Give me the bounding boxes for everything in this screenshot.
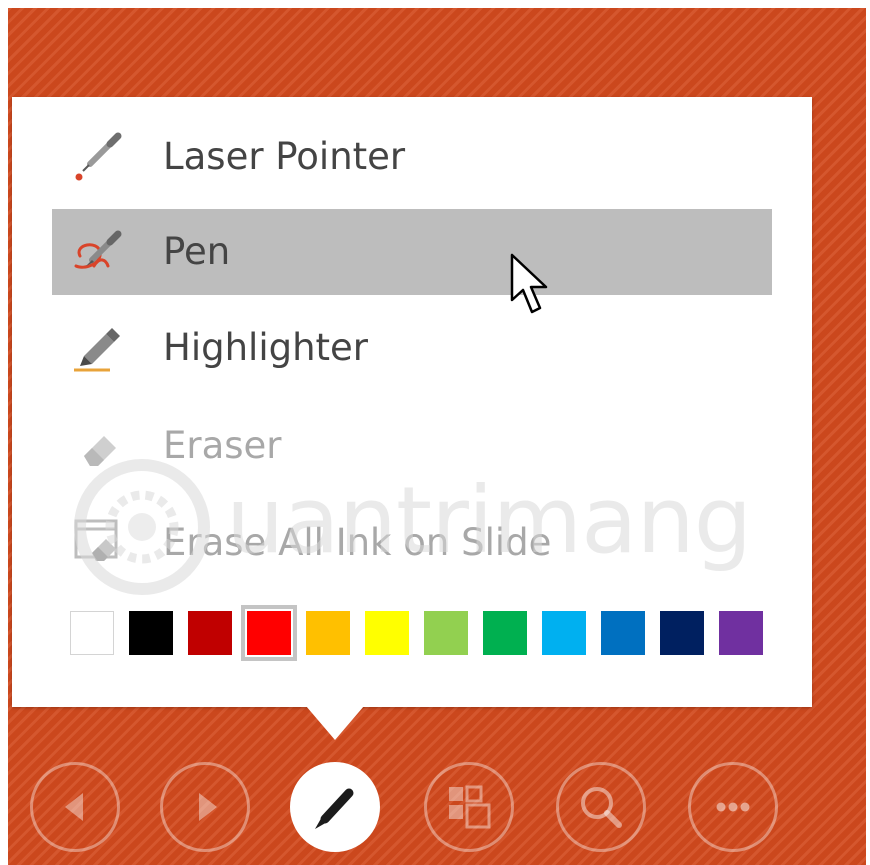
color-swatch-light-blue[interactable]: [536, 605, 592, 661]
color-swatch-red-fill: [247, 611, 291, 655]
zoom-button[interactable]: [556, 762, 646, 852]
more-options-button[interactable]: [688, 762, 778, 852]
menu-item-laser-pointer[interactable]: Laser Pointer: [52, 114, 772, 200]
color-swatch-green-fill: [483, 611, 527, 655]
color-swatch-green[interactable]: [477, 605, 533, 661]
highlighter-label: Highlighter: [163, 326, 369, 369]
see-all-slides-icon: [449, 785, 491, 829]
color-swatch-white[interactable]: [64, 605, 120, 661]
pen-tools-button[interactable]: [290, 762, 380, 852]
highlighter-icon: [70, 322, 128, 374]
color-swatch-yellow-fill: [365, 611, 409, 655]
color-swatch-light-green[interactable]: [418, 605, 474, 661]
next-slide-button[interactable]: [160, 762, 250, 852]
color-swatch-light-blue-fill: [542, 611, 586, 655]
previous-slide-button[interactable]: [30, 762, 120, 852]
watermark-text: uantrimang: [226, 467, 752, 574]
pen-tools-icon: [315, 788, 354, 829]
zoom-icon: [581, 787, 622, 828]
ink-color-palette: [64, 605, 774, 661]
color-swatch-blue[interactable]: [595, 605, 651, 661]
next-icon: [199, 793, 217, 821]
color-swatch-dark-blue-fill: [660, 611, 704, 655]
pen-icon: [70, 226, 128, 278]
menu-item-pen[interactable]: Pen: [52, 209, 772, 295]
color-swatch-orange[interactable]: [300, 605, 356, 661]
watermark-logo: [74, 459, 210, 595]
more-options-icon: [716, 802, 750, 812]
color-swatch-red[interactable]: [241, 605, 297, 661]
laser-pointer-icon: [70, 131, 128, 183]
color-swatch-dark-red-fill: [188, 611, 232, 655]
color-swatch-blue-fill: [601, 611, 645, 655]
color-swatch-dark-red[interactable]: [182, 605, 238, 661]
color-swatch-orange-fill: [306, 611, 350, 655]
watermark: uantrimang: [70, 451, 830, 601]
color-swatch-black-fill: [129, 611, 173, 655]
color-swatch-yellow[interactable]: [359, 605, 415, 661]
color-swatch-light-green-fill: [424, 611, 468, 655]
laser-pointer-label: Laser Pointer: [163, 135, 406, 178]
color-swatch-purple-fill: [719, 611, 763, 655]
pen-options-menu: Laser Pointer Pen Highlighter Eraser Era…: [12, 97, 812, 707]
color-swatch-black[interactable]: [123, 605, 179, 661]
menu-pointer-arrow: [306, 706, 364, 740]
color-swatch-white-fill: [70, 611, 114, 655]
see-all-slides-button[interactable]: [424, 762, 514, 852]
color-swatch-dark-blue[interactable]: [654, 605, 710, 661]
menu-item-highlighter[interactable]: Highlighter: [52, 305, 772, 391]
mouse-cursor-icon: [510, 253, 548, 314]
pen-label: Pen: [163, 230, 231, 273]
color-swatch-purple[interactable]: [713, 605, 769, 661]
previous-icon: [65, 793, 83, 821]
